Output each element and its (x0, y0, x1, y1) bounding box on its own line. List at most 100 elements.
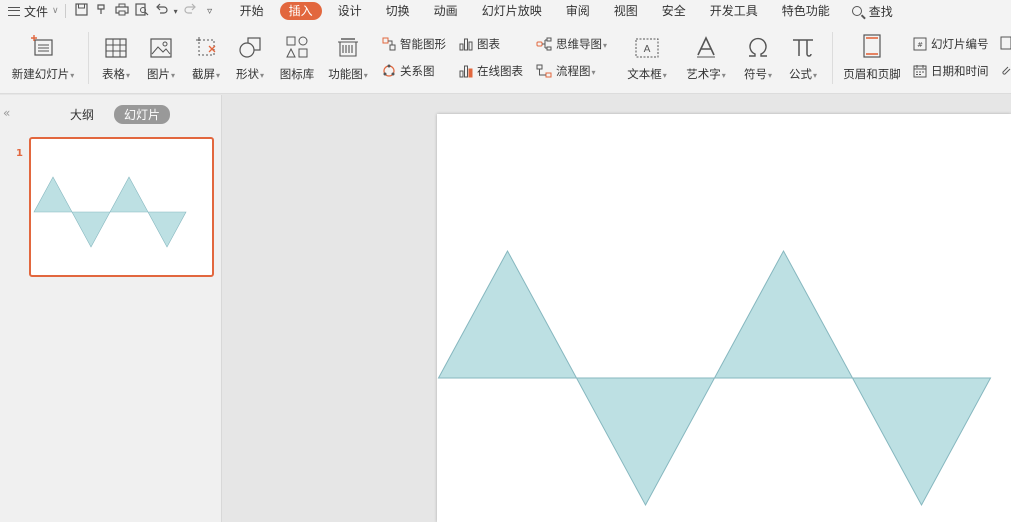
slide-panel: « 大纲 幻灯片 1 (0, 95, 222, 522)
separator (64, 4, 66, 18)
slide-canvas[interactable] (437, 114, 1011, 522)
tab-animation[interactable]: 动画 (422, 0, 470, 22)
symbol-label: 符号 (744, 66, 772, 82)
attachment-button[interactable] (1000, 63, 1011, 77)
symbol-button[interactable]: 符号 (740, 28, 776, 82)
picture-icon (150, 28, 172, 58)
triangle-down-4[interactable] (851, 377, 992, 507)
chart-label: 图表 (477, 37, 500, 51)
header-footer-label: 页眉和页脚 (843, 67, 901, 81)
smart-art-icon (382, 37, 396, 51)
table-button[interactable]: 表格 (96, 28, 136, 82)
hamburger-icon (8, 6, 20, 16)
shape-icon (238, 28, 262, 58)
triangle-up-1[interactable] (33, 176, 73, 213)
search-button[interactable]: 查找 (842, 3, 903, 20)
tab-features[interactable]: 特色功能 (770, 0, 842, 22)
paperclip-icon (1002, 66, 1011, 75)
relation-chart-button[interactable]: 关系图 (382, 63, 435, 79)
icon-library-icon (286, 28, 308, 58)
header-footer-button[interactable]: 页眉和页脚 (840, 28, 904, 82)
online-chart-button[interactable]: 在线图表 (459, 63, 523, 79)
svg-text:A: A (644, 44, 651, 55)
text-box-button[interactable]: A 文本框 (622, 28, 672, 82)
flowchart-label: 流程图 (556, 63, 596, 79)
formula-button[interactable]: 公式 (785, 28, 821, 82)
date-time-button[interactable]: 日期和时间 (913, 63, 989, 79)
flowchart-icon (536, 64, 552, 78)
screenshot-button[interactable]: 截屏 (186, 28, 226, 82)
mind-map-button[interactable]: 思维导图 (536, 36, 607, 52)
collapse-panel-icon[interactable]: « (3, 106, 10, 120)
undo-dropdown-icon[interactable]: ▾ (172, 7, 180, 16)
mind-map-label: 思维导图 (556, 36, 607, 52)
tab-design[interactable]: 设计 (326, 0, 374, 22)
separator (88, 32, 89, 84)
svg-text:#: # (917, 41, 923, 49)
undo-icon[interactable] (152, 3, 172, 20)
quick-access-toolbar: ▾ ▿ (72, 2, 220, 20)
word-art-label: 艺术字 (686, 66, 726, 82)
text-box-label: 文本框 (627, 66, 667, 82)
triangle-up-3[interactable] (109, 176, 149, 213)
search-label: 查找 (868, 4, 893, 19)
slide-number-button[interactable]: # 幻灯片编号 (913, 36, 989, 52)
header-footer-icon (862, 28, 882, 58)
smart-art-label: 智能图形 (400, 37, 446, 51)
shape-button[interactable]: 形状 (230, 28, 270, 82)
date-time-label: 日期和时间 (931, 64, 989, 78)
save-icon[interactable] (72, 2, 92, 20)
ribbon-tabs: 开始 插入 设计 切换 动画 幻灯片放映 审阅 视图 安全 开发工具 特色功能 … (228, 0, 903, 22)
triangle-down-4[interactable] (147, 211, 187, 248)
tab-slides[interactable]: 幻灯片 (114, 105, 171, 124)
triangle-up-3[interactable] (713, 249, 854, 379)
tab-view[interactable]: 视图 (602, 0, 650, 22)
triangle-down-2[interactable] (71, 211, 111, 248)
tab-review[interactable]: 审阅 (554, 0, 602, 22)
chart-button[interactable]: 图表 (459, 36, 500, 52)
file-menu[interactable]: 文件 ∨ (0, 3, 59, 20)
triangle-up-1[interactable] (437, 249, 578, 379)
tab-security[interactable]: 安全 (650, 0, 698, 22)
tab-slideshow[interactable]: 幻灯片放映 (470, 0, 554, 22)
new-slide-icon (30, 28, 56, 58)
function-chart-label: 功能图 (328, 66, 368, 82)
flowchart-button[interactable]: 流程图 (536, 63, 596, 79)
new-slide-label: 新建幻灯片 (12, 66, 75, 82)
file-menu-label: 文件 (24, 4, 49, 19)
function-chart-button[interactable]: 功能图 (324, 28, 372, 82)
new-slide-button[interactable]: 新建幻灯片 (6, 28, 80, 82)
online-chart-icon (459, 65, 473, 78)
icon-library-button[interactable]: 图标库 (276, 28, 318, 82)
word-art-button[interactable]: 艺术字 (681, 28, 731, 82)
print-preview-icon[interactable] (132, 2, 152, 20)
table-icon (105, 28, 127, 58)
tab-insert[interactable]: 插入 (279, 2, 322, 20)
tab-developer[interactable]: 开发工具 (698, 0, 770, 22)
pi-icon (791, 28, 815, 58)
slide-number-icon: # (913, 37, 927, 51)
object-icon (1000, 36, 1011, 50)
tab-outline[interactable]: 大纲 (60, 105, 104, 124)
table-label: 表格 (102, 66, 130, 82)
slide-graphic (437, 249, 992, 507)
print-icon[interactable] (112, 3, 132, 20)
thumbnail-graphic (33, 176, 187, 248)
picture-button[interactable]: 图片 (141, 28, 181, 82)
shape-label: 形状 (236, 66, 264, 82)
relation-chart-icon (383, 64, 395, 77)
tab-home[interactable]: 开始 (228, 0, 276, 22)
format-painter-icon[interactable] (92, 3, 112, 20)
slide-thumbnail[interactable] (29, 137, 214, 277)
relation-chart-label: 关系图 (400, 64, 435, 78)
customize-toolbar-icon[interactable]: ▿ (200, 6, 220, 17)
triangle-down-2[interactable] (575, 377, 716, 507)
tab-transition[interactable]: 切换 (374, 0, 422, 22)
screenshot-icon (195, 28, 217, 58)
redo-icon[interactable] (180, 3, 200, 20)
word-art-icon (695, 28, 717, 58)
smart-art-button[interactable]: 智能图形 (382, 36, 446, 52)
icon-library-label: 图标库 (279, 67, 315, 81)
formula-label: 公式 (789, 66, 817, 82)
object-button[interactable] (1000, 36, 1011, 50)
